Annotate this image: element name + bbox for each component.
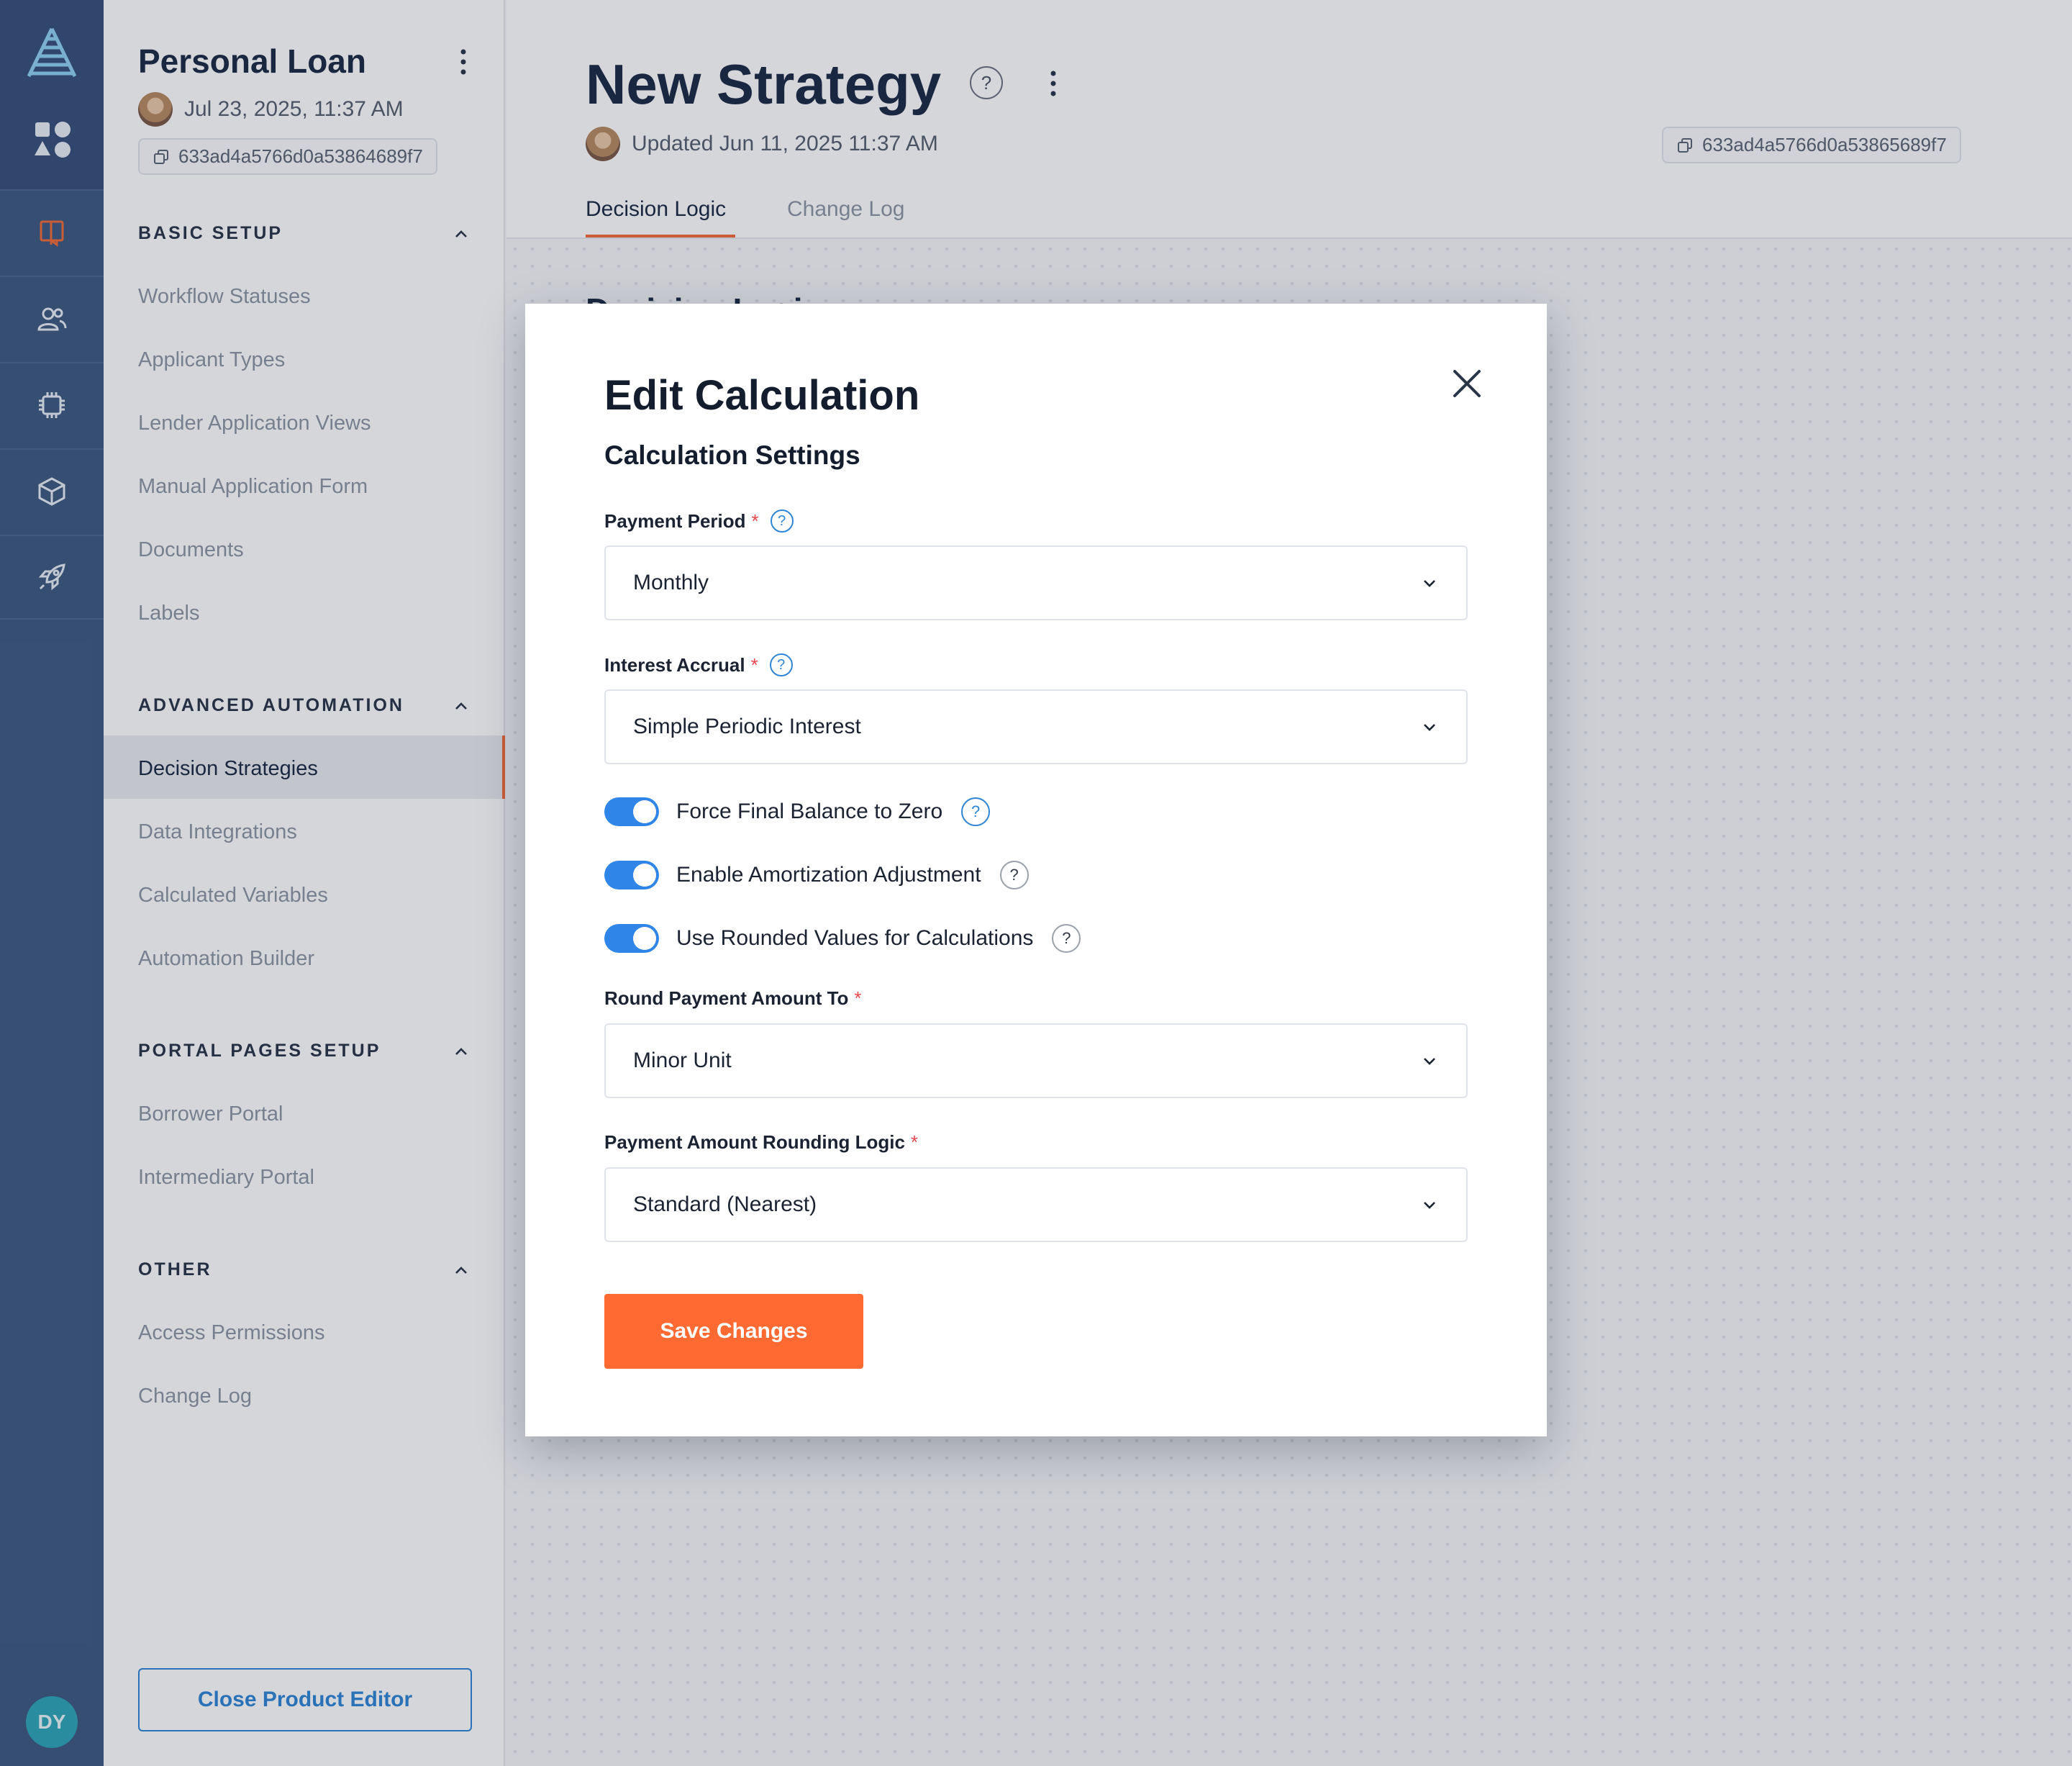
required-marker: * [751,510,759,532]
dialog-title: Edit Calculation [604,372,920,419]
interest-accrual-label: Interest Accrual * ? [604,653,793,676]
toggle-label: Enable Amortization Adjustment [676,863,981,887]
required-marker: * [854,987,862,1009]
required-marker: * [910,1131,919,1153]
chevron-down-icon [1424,724,1435,731]
round-payment-label: Round Payment Amount To * [604,987,862,1009]
round-payment-value: Minor Unit [633,1049,732,1072]
chevron-down-icon [1424,580,1435,587]
round-payment-select[interactable]: Minor Unit [604,1023,1468,1098]
help-icon[interactable]: ? [1052,924,1081,953]
payment-period-select[interactable]: Monthly [604,545,1468,620]
chevron-down-icon [1424,1058,1435,1065]
payment-period-value: Monthly [633,571,709,594]
close-icon[interactable] [1448,364,1486,403]
required-marker: * [750,653,758,676]
rounding-logic-label: Payment Amount Rounding Logic * [604,1131,919,1153]
interest-accrual-value: Simple Periodic Interest [633,715,861,738]
interest-accrual-select[interactable]: Simple Periodic Interest [604,689,1468,764]
toggle-row-amortization-adjustment: Enable Amortization Adjustment ? [604,861,1029,889]
section-subtitle: Calculation Settings [604,440,860,470]
rounded-values-toggle[interactable] [604,924,659,953]
toggle-row-force-final-balance: Force Final Balance to Zero ? [604,797,991,826]
force-final-balance-toggle[interactable] [604,797,659,826]
toggle-row-rounded-values: Use Rounded Values for Calculations ? [604,924,1081,953]
chevron-down-icon [1424,1202,1435,1209]
help-icon[interactable]: ? [961,797,991,826]
rounding-logic-select[interactable]: Standard (Nearest) [604,1167,1468,1242]
amortization-adjustment-toggle[interactable] [604,861,659,889]
toggle-label: Use Rounded Values for Calculations [676,926,1034,950]
help-icon[interactable]: ? [999,861,1029,889]
rounding-logic-value: Standard (Nearest) [633,1192,817,1216]
toggle-label: Force Final Balance to Zero [676,800,943,823]
help-icon[interactable]: ? [770,510,794,533]
payment-period-label: Payment Period * ? [604,510,794,533]
edit-calculation-dialog: Edit Calculation Calculation Settings Pa… [525,304,1547,1436]
help-icon[interactable]: ? [769,653,793,676]
save-changes-button[interactable]: Save Changes [604,1294,863,1369]
